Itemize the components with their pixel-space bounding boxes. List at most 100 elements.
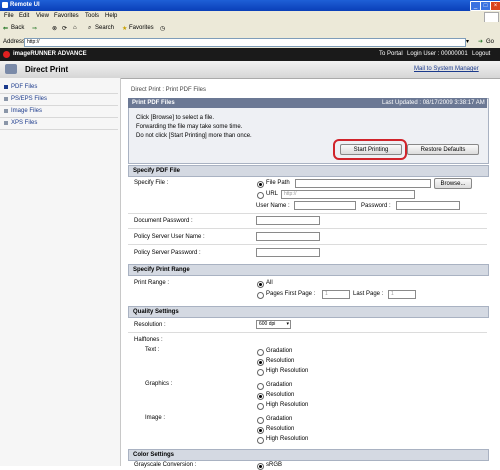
forward-icon[interactable]: ⇒ xyxy=(32,25,37,32)
home-icon[interactable]: ⌂ xyxy=(73,25,77,31)
divider xyxy=(128,332,487,333)
start-printing-button[interactable]: Start Printing xyxy=(340,144,402,155)
text-high-resolution-label: High Resolution xyxy=(266,368,309,374)
breadcrumb: Direct Print : Print PDF Files xyxy=(131,87,207,93)
nav-item-ps-eps-files[interactable]: PS/EPS Files xyxy=(0,94,118,106)
user-name-label: User Name : xyxy=(256,203,290,209)
section-title: Color Settings xyxy=(133,452,175,458)
logout-link[interactable]: Logout xyxy=(472,51,490,57)
back-button[interactable]: Back xyxy=(11,25,24,31)
document-password-label: Document Password : xyxy=(134,218,193,224)
favorites-button[interactable]: Favorites xyxy=(129,25,154,31)
search-icon[interactable]: ⌕ xyxy=(88,25,91,32)
instruction-line-1: Click [Browse] to select a file. xyxy=(136,115,215,121)
nav-item-pdf-files[interactable]: PDF Files xyxy=(0,82,118,94)
history-icon[interactable]: ◷ xyxy=(160,25,165,32)
policy-user-input[interactable] xyxy=(256,232,320,241)
user-name-input[interactable] xyxy=(294,201,356,210)
favorites-star-icon[interactable]: ★ xyxy=(122,25,127,32)
policy-user-label: Policy Server User Name : xyxy=(134,234,205,240)
text-gradation-label: Gradation xyxy=(266,348,293,354)
graphics-gradation-radio[interactable] xyxy=(257,383,264,390)
first-page-input[interactable]: 1 xyxy=(322,290,350,299)
file-path-input[interactable] xyxy=(295,179,431,188)
instruction-line-3: Do not click [Start Printing] more than … xyxy=(136,133,252,139)
url-radio[interactable] xyxy=(257,192,264,199)
address-dropdown-icon[interactable]: ▾ xyxy=(466,38,469,45)
restore-defaults-button[interactable]: Restore Defaults xyxy=(407,144,479,155)
policy-password-input[interactable] xyxy=(256,248,320,257)
text-resolution-label: Resolution xyxy=(266,358,295,364)
page-range-radio[interactable] xyxy=(257,292,264,299)
graphics-gradation-label: Gradation xyxy=(266,382,293,388)
printer-icon xyxy=(5,64,17,74)
print-range-header: Specify Print Range xyxy=(128,264,489,276)
search-button[interactable]: Search xyxy=(95,25,114,31)
image-gradation-label: Gradation xyxy=(266,416,293,422)
all-pages-label: All xyxy=(266,280,273,286)
section-title: Quality Settings xyxy=(133,309,179,315)
image-high-resolution-radio[interactable] xyxy=(257,437,264,444)
image-resolution-radio[interactable] xyxy=(257,427,264,434)
go-arrow-icon[interactable]: ➜ xyxy=(478,38,483,45)
specify-file-header: Specify PDF File xyxy=(128,165,489,177)
nav-item-image-files[interactable]: Image Files xyxy=(0,106,118,118)
resolution-label: Resolution : xyxy=(134,322,166,328)
print-pdf-header: Print PDF Files Last Updated : 08/17/200… xyxy=(128,98,487,108)
password-input[interactable] xyxy=(396,201,460,210)
menu-view[interactable]: View xyxy=(36,13,49,19)
graphics-resolution-label: Resolution xyxy=(266,392,295,398)
nav-item-xps-files[interactable]: XPS Files xyxy=(0,118,118,130)
image-high-resolution-label: High Resolution xyxy=(266,436,309,442)
section-title: Specify PDF File xyxy=(133,168,181,174)
menu-favorites[interactable]: Favorites xyxy=(54,13,79,19)
close-button[interactable]: × xyxy=(490,1,500,11)
graphics-high-resolution-radio[interactable] xyxy=(257,403,264,410)
app-header: imageRUNNER ADVANCE To Portal Login User… xyxy=(0,48,500,61)
text-high-resolution-radio[interactable] xyxy=(257,369,264,376)
nav-label: XPS Files xyxy=(11,120,38,126)
menu-help[interactable]: Help xyxy=(105,13,117,19)
graphics-resolution-radio[interactable] xyxy=(257,393,264,400)
grayscale-srgb-label: sRGB xyxy=(266,462,283,468)
image-halftone-label: Image : xyxy=(145,415,166,421)
bullet-icon xyxy=(4,109,8,113)
menu-file[interactable]: File xyxy=(4,13,14,19)
url-input[interactable]: http:// xyxy=(281,190,415,199)
graphics-halftone-label: Graphics : xyxy=(145,381,173,387)
address-input[interactable]: http:// xyxy=(24,38,466,47)
resolution-select[interactable]: 600 dpi ▾ xyxy=(256,320,291,329)
menu-edit[interactable]: Edit xyxy=(19,13,29,19)
document-password-input[interactable] xyxy=(256,216,320,225)
back-arrow-icon[interactable]: ⇐ xyxy=(3,25,8,32)
file-path-radio[interactable] xyxy=(257,181,264,188)
refresh-icon[interactable]: ⟳ xyxy=(62,25,67,32)
bullet-icon xyxy=(4,121,8,125)
stop-icon[interactable]: ⊗ xyxy=(52,25,57,32)
divider xyxy=(128,244,487,245)
image-gradation-radio[interactable] xyxy=(257,417,264,424)
bullet-icon xyxy=(4,97,8,101)
product-bar: Direct Print Mail to System Manager xyxy=(0,61,500,79)
canon-logo-icon xyxy=(3,51,10,58)
menu-tools[interactable]: Tools xyxy=(85,13,99,19)
mail-system-manager-link[interactable]: Mail to System Manager xyxy=(414,66,479,72)
address-label: Address xyxy=(3,39,26,45)
last-page-label: Last Page : xyxy=(353,291,384,297)
ie-icon xyxy=(2,2,8,8)
to-portal-link[interactable]: To Portal xyxy=(379,51,403,57)
all-pages-radio[interactable] xyxy=(257,281,264,288)
divider xyxy=(128,213,487,214)
browse-button[interactable]: Browse... xyxy=(434,178,472,189)
text-gradation-radio[interactable] xyxy=(257,349,264,356)
text-halftone-label: Text : xyxy=(145,347,160,353)
resolution-value: 600 dpi xyxy=(259,321,276,327)
window-title: Remote UI xyxy=(10,2,40,8)
divider xyxy=(128,228,487,229)
go-button[interactable]: Go xyxy=(486,39,494,45)
text-resolution-radio[interactable] xyxy=(257,359,264,366)
policy-password-label: Policy Server Password : xyxy=(134,250,201,256)
grayscale-srgb-radio[interactable] xyxy=(257,463,264,470)
last-page-input[interactable]: 1 xyxy=(388,290,416,299)
product-title: Direct Print xyxy=(25,65,69,74)
